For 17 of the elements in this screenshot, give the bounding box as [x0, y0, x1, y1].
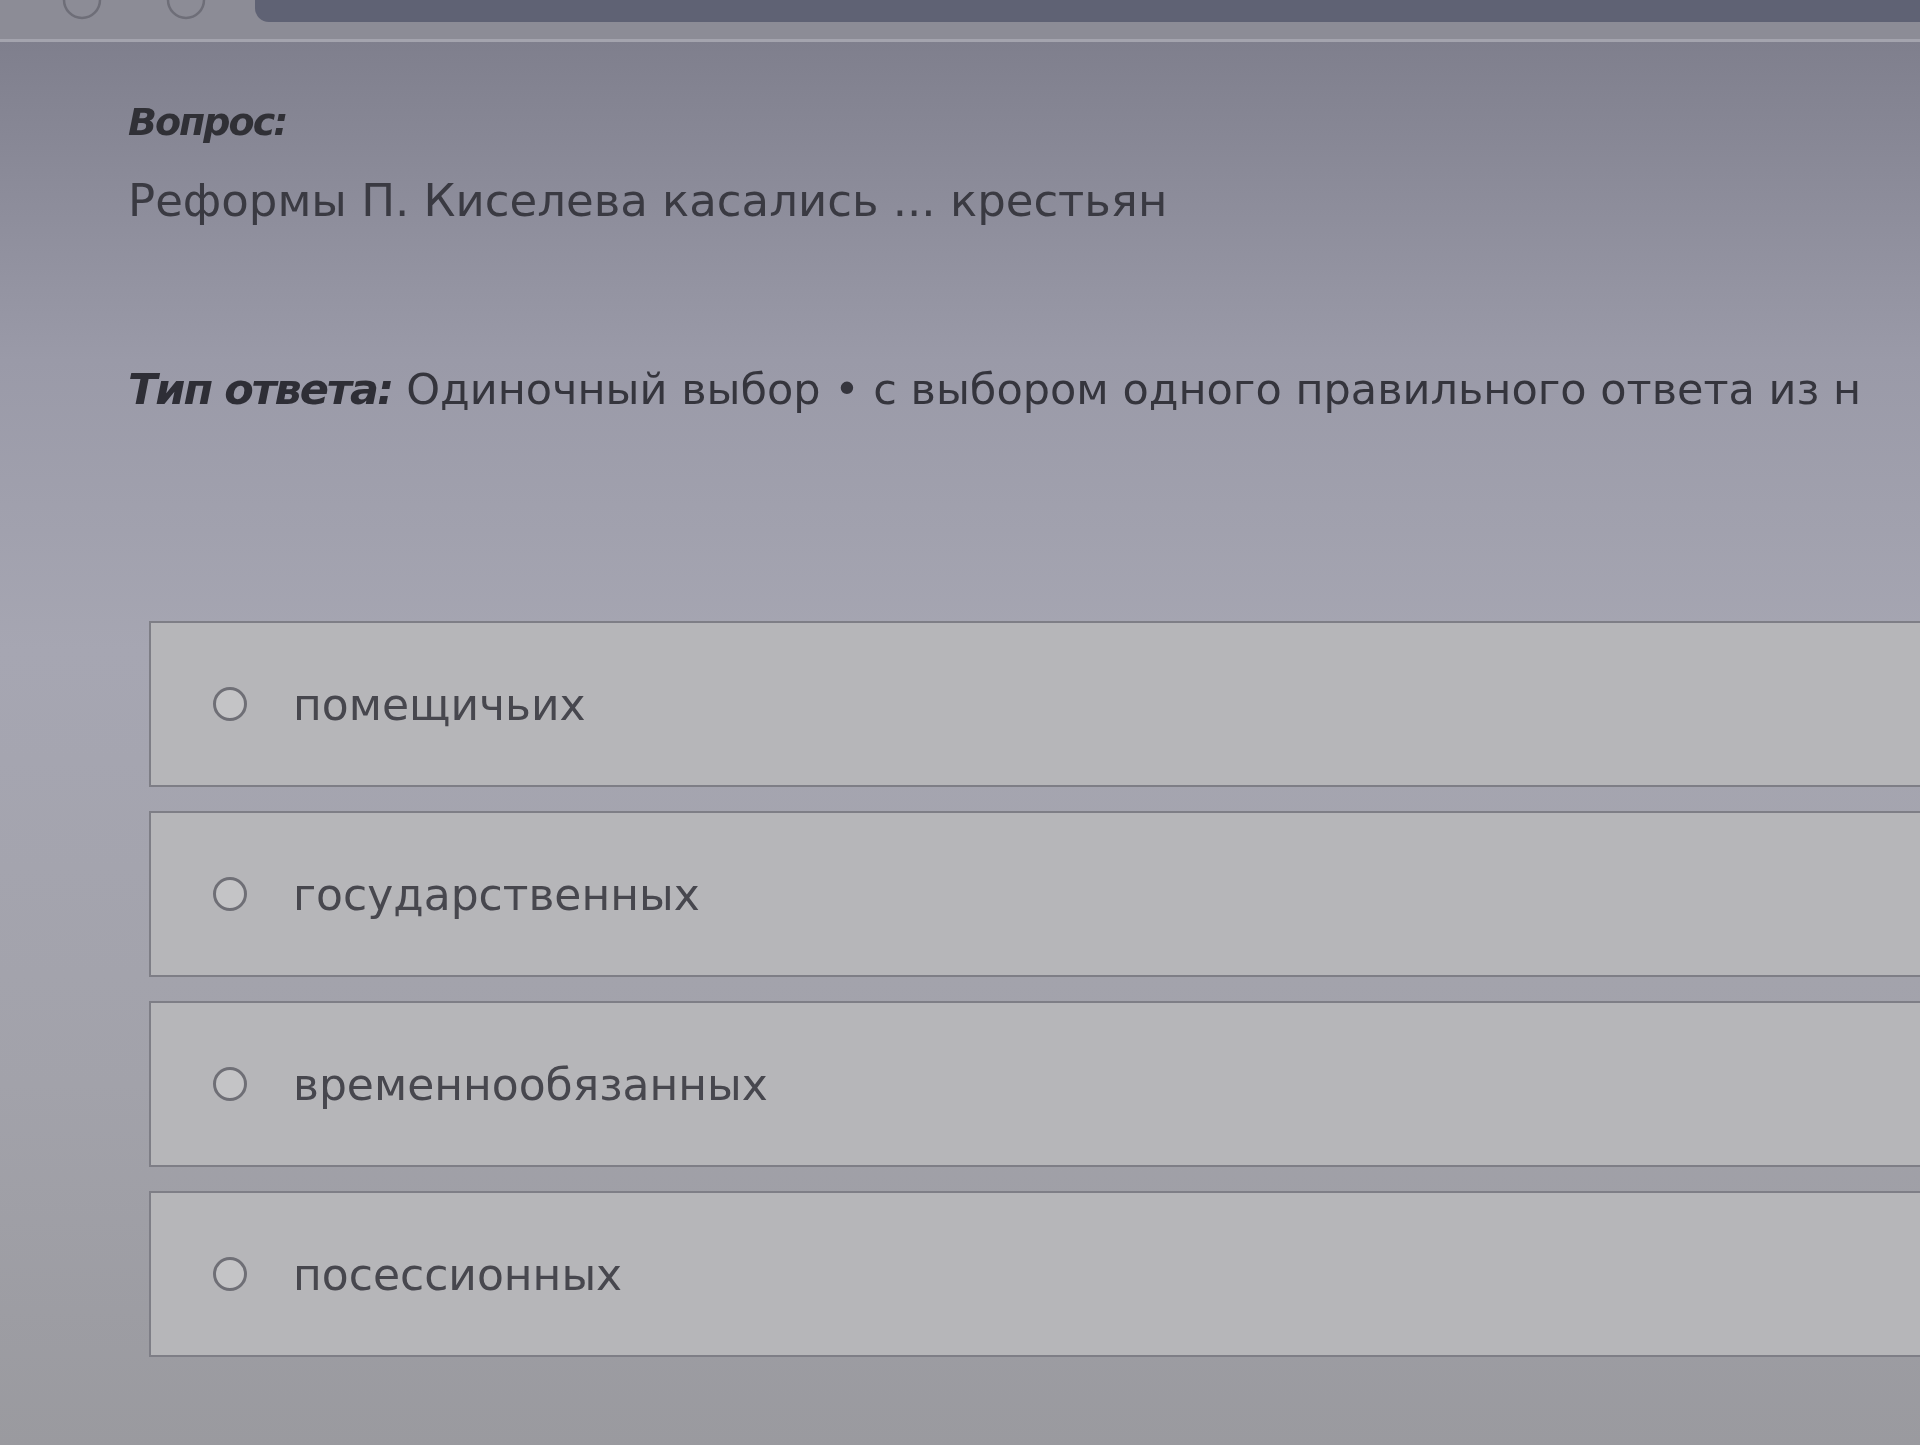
radio-button-icon[interactable]: [212, 1256, 248, 1293]
option-label: помещичьих: [293, 678, 586, 730]
radio-button-icon[interactable]: [212, 686, 248, 723]
radio-button-icon[interactable]: [212, 876, 248, 913]
answer-option[interactable]: помещичьих: [149, 621, 1920, 788]
radio-button-icon[interactable]: [212, 1066, 248, 1103]
question-text: Реформы П. Киселева касались ... крестьян: [128, 173, 1169, 228]
address-field[interactable]: [255, 0, 1920, 22]
answer-type-value: Одиночный выбор • с выбором одного правильного ответа из н: [406, 363, 1862, 416]
answer-option[interactable]: государственных: [149, 811, 1920, 978]
answer-type-label: Тип ответа:: [128, 363, 393, 416]
answer-option[interactable]: временнообязанных: [149, 1001, 1920, 1168]
question-heading: Вопрос:: [128, 100, 288, 146]
answer-option[interactable]: посессионных: [149, 1191, 1920, 1358]
option-label: временнообязанных: [293, 1058, 768, 1110]
option-label: посессионных: [293, 1248, 623, 1300]
option-label: государственных: [293, 868, 700, 920]
